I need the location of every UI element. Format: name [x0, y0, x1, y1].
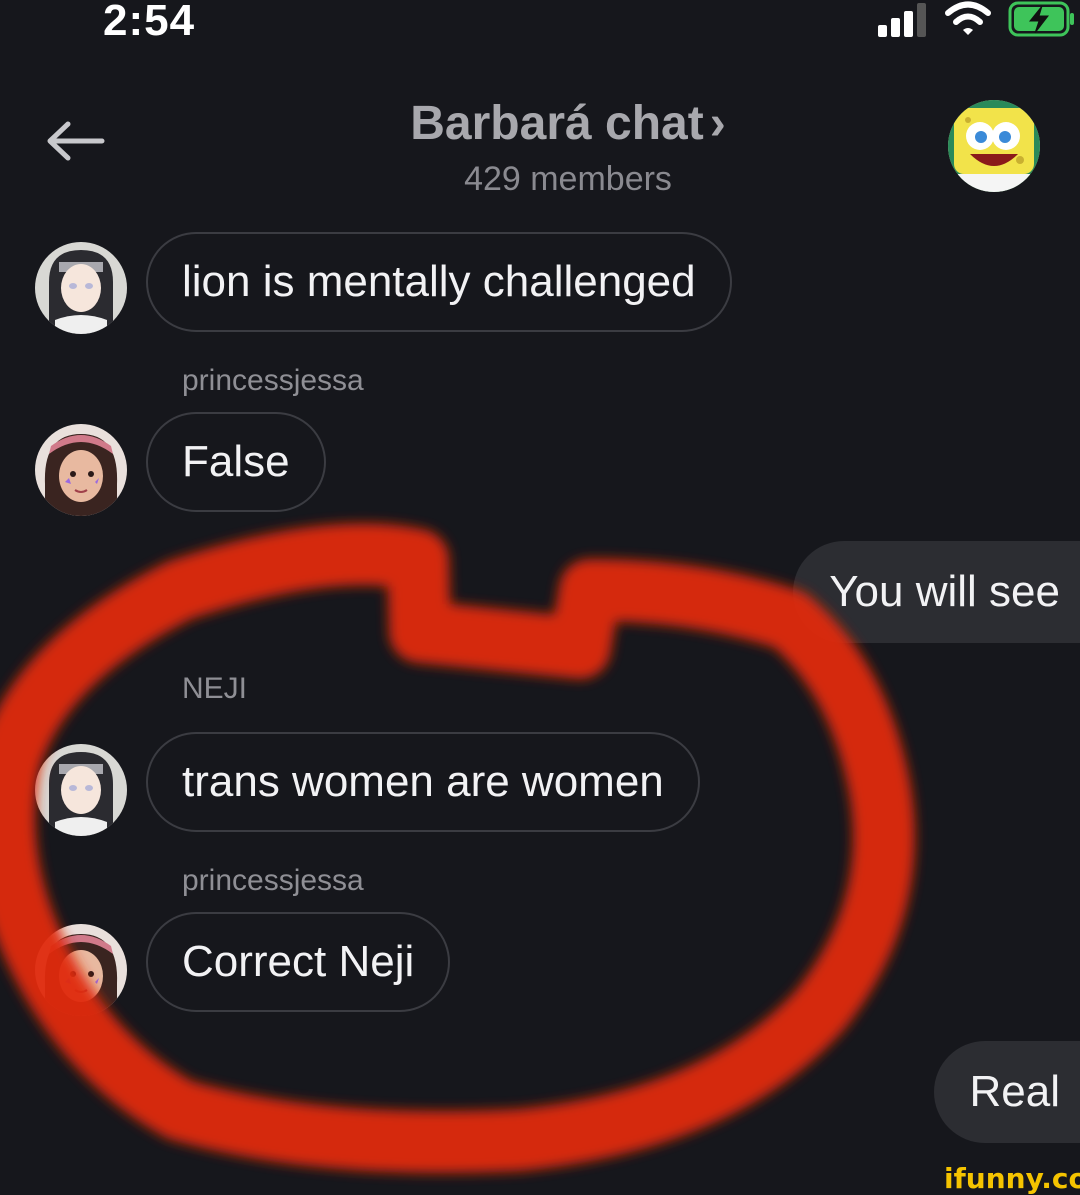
battery-charging-icon	[1008, 0, 1076, 38]
princessjessa-avatar[interactable]	[35, 924, 127, 1016]
wifi-icon	[944, 0, 992, 38]
neji-avatar[interactable]	[35, 242, 127, 334]
status-time: 2:54	[103, 0, 195, 46]
ifunny-watermark: ifunny.co	[944, 1162, 1080, 1195]
message-bubble[interactable]: False	[146, 412, 326, 512]
chat-title[interactable]: Barbará chat›	[0, 96, 1080, 151]
sender-name[interactable]: princessjessa	[182, 864, 364, 898]
sender-name[interactable]: NEJI	[182, 672, 247, 706]
chat-title-text: Barbará chat	[410, 97, 703, 150]
message-bubble[interactable]: lion is mentally challenged	[146, 232, 732, 332]
cellular-signal-icon	[878, 3, 930, 37]
group-avatar[interactable]	[948, 100, 1040, 192]
sender-name[interactable]: princessjessa	[182, 364, 364, 398]
member-count: 429 members	[0, 160, 1080, 199]
neji-avatar[interactable]	[35, 744, 127, 836]
outgoing-message-bubble[interactable]: You will see	[793, 541, 1080, 643]
chevron-right-icon: ›	[710, 97, 726, 150]
message-text: False	[182, 437, 290, 487]
message-bubble[interactable]: Correct Neji	[146, 912, 450, 1012]
status-bar: 2:54	[0, 0, 1080, 60]
message-text: trans women are women	[182, 757, 664, 807]
message-text: You will see	[829, 567, 1060, 617]
chat-header: Barbará chat› 429 members	[0, 90, 1080, 210]
message-bubble[interactable]: trans women are women	[146, 732, 700, 832]
outgoing-message-bubble[interactable]: Real	[934, 1041, 1080, 1143]
princessjessa-avatar[interactable]	[35, 424, 127, 516]
message-text: Correct Neji	[182, 937, 414, 987]
message-text: Real	[970, 1067, 1061, 1117]
message-text: lion is mentally challenged	[182, 257, 696, 307]
